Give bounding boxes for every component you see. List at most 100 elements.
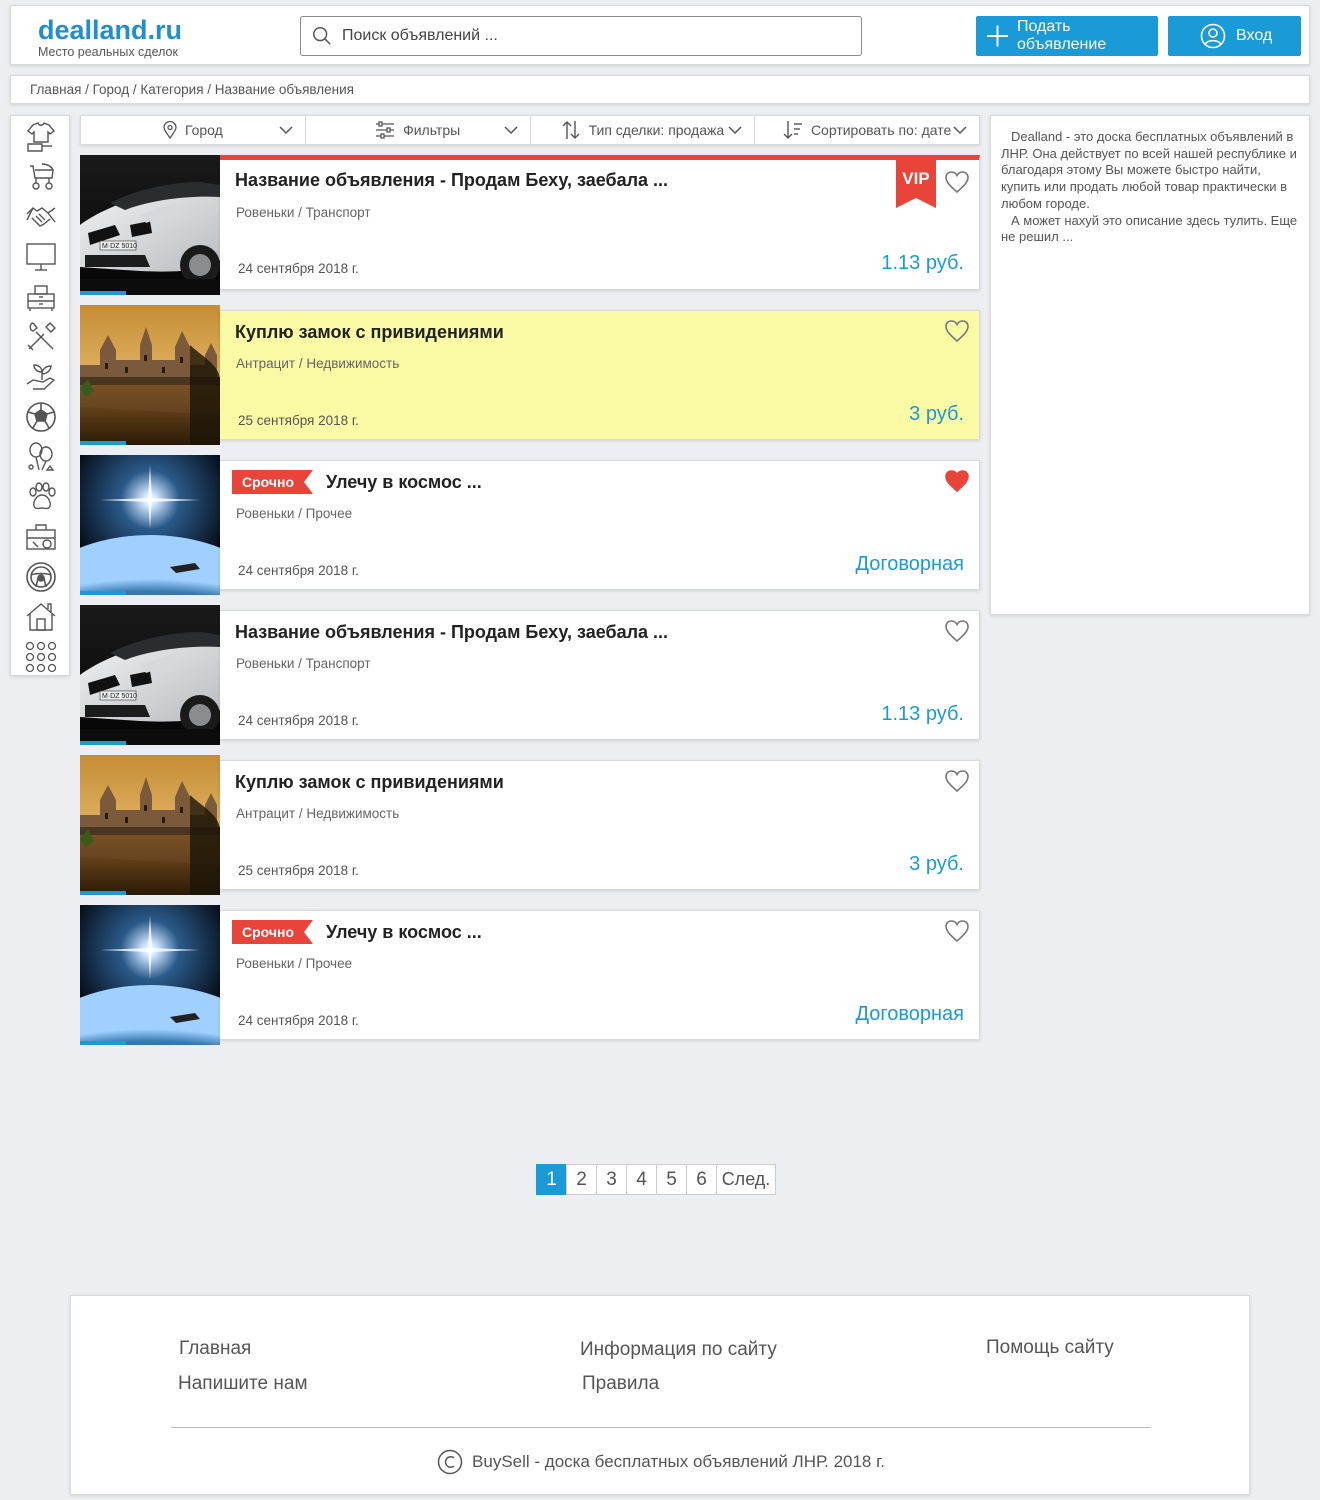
furniture-icon[interactable] (24, 280, 58, 314)
heart-icon[interactable] (944, 169, 970, 195)
listing-location-category: Ровеньки / Прочее (236, 506, 353, 521)
search-icon (313, 27, 331, 45)
space-photo (80, 455, 220, 595)
city-filter[interactable]: Город (81, 116, 306, 144)
photo-progress-bar (80, 441, 126, 445)
listing-location-category: Антрацит / Недвижимость (236, 356, 400, 371)
stroller-icon[interactable] (24, 160, 58, 194)
listing-title[interactable]: Название объявления - Продам Беху, заеба… (235, 170, 668, 191)
balloons-icon[interactable] (24, 440, 58, 474)
listing-body: Срочно Улечу в космос ... Ровеньки / Про… (220, 910, 980, 1040)
heart-icon[interactable] (944, 618, 970, 644)
monitor-icon[interactable] (24, 240, 58, 274)
breadcrumb[interactable]: Главная / Город / Категория / Название о… (10, 75, 1310, 104)
location-pin-icon (163, 121, 177, 139)
footer-copyright: BuySell - доска бесплатных объявлений ЛН… (71, 1449, 1251, 1475)
heart-icon[interactable] (944, 918, 970, 944)
listing-photo-space[interactable] (80, 905, 220, 1045)
logo-title[interactable]: dealland.ru (38, 15, 182, 45)
svg-text:M·DZ 5010: M·DZ 5010 (102, 693, 137, 700)
page-2[interactable]: 2 (566, 1164, 597, 1195)
plant-hand-icon[interactable] (24, 360, 58, 394)
svg-text:M·DZ 5010: M·DZ 5010 (102, 243, 137, 250)
soccer-ball-icon[interactable] (24, 400, 58, 434)
house-icon[interactable] (24, 600, 58, 634)
listing-location-category: Ровеньки / Прочее (236, 956, 353, 971)
clothes-icon[interactable] (24, 120, 58, 154)
footer-link-rules[interactable]: Правила (582, 1373, 659, 1395)
listing-photo-car[interactable]: M·DZ 5010 (80, 605, 220, 745)
listing-title[interactable]: Куплю замок с привидениями (235, 322, 504, 343)
listing-title[interactable]: Улечу в космос ... (326, 472, 482, 493)
briefcase-icon[interactable] (24, 520, 58, 554)
page-6[interactable]: 6 (686, 1164, 717, 1195)
deal-type-filter[interactable]: Тип сделки: продажа (531, 116, 756, 144)
filters-dropdown[interactable]: Фильтры (306, 116, 531, 144)
site-description: Dealland - это доска бесплатных объявлен… (990, 115, 1310, 615)
photo-progress-bar (80, 741, 126, 745)
listing-body: Название объявления - Продам Беху, заеба… (220, 610, 980, 740)
footer-link-home[interactable]: Главная (179, 1338, 251, 1360)
sort-filter[interactable]: Сортировать по: дате (755, 116, 979, 144)
listing-price: Договорная (855, 553, 964, 575)
listing-price: 3 руб. (909, 403, 964, 425)
page-1[interactable]: 1 (536, 1164, 567, 1195)
footer-link-contact[interactable]: Напишите нам (178, 1373, 308, 1395)
footer-link-help[interactable]: Помощь сайту (986, 1337, 1114, 1359)
page-5[interactable]: 5 (656, 1164, 687, 1195)
all-categories-icon[interactable] (24, 640, 58, 674)
site-footer: Главная Напишите нам Информация по сайту… (70, 1295, 1250, 1495)
user-icon (1200, 23, 1226, 49)
next-page-button[interactable]: След. (716, 1164, 776, 1195)
swap-arrows-icon (562, 121, 580, 139)
footer-link-info[interactable]: Информация по сайту (580, 1339, 777, 1361)
listing-photo-castle[interactable] (80, 305, 220, 445)
listing-price: 1.13 руб. (881, 703, 964, 725)
listing-photo-space[interactable] (80, 455, 220, 595)
chevron-down-icon (279, 126, 293, 135)
listing-body: Куплю замок с привидениями Антрацит / Не… (220, 760, 980, 890)
svg-text:VIP: VIP (902, 169, 929, 188)
paw-icon[interactable] (24, 480, 58, 514)
listing-price: Договорная (855, 1003, 964, 1025)
space-photo (80, 905, 220, 1045)
heart-icon[interactable] (944, 768, 970, 794)
listing-photo-castle[interactable] (80, 755, 220, 895)
listing-photo-car[interactable]: M·DZ 5010 (80, 155, 220, 295)
search-input[interactable] (342, 27, 842, 45)
listing-card[interactable]: Куплю замок с привидениями Антрацит / Не… (80, 305, 980, 445)
listing-title[interactable]: Название объявления - Продам Беху, заеба… (235, 622, 668, 643)
footer-divider (171, 1427, 1151, 1428)
sort-label: Сортировать по: дате (810, 122, 952, 138)
handshake-icon[interactable] (24, 200, 58, 234)
listing-card[interactable]: Срочно Улечу в космос ... Ровеньки / Про… (80, 905, 980, 1045)
page-4[interactable]: 4 (626, 1164, 657, 1195)
heart-icon[interactable] (944, 318, 970, 344)
listing-price: 1.13 руб. (881, 252, 964, 274)
listing-card[interactable]: Срочно Улечу в космос ... Ровеньки / Про… (80, 455, 980, 595)
listing-card[interactable]: M·DZ 5010 Название объявления - Продам Б… (80, 605, 980, 745)
chevron-down-icon (953, 126, 967, 135)
photo-progress-bar (80, 891, 126, 895)
page-3[interactable]: 3 (596, 1164, 627, 1195)
city-filter-label: Город (184, 122, 223, 138)
heart-filled-icon[interactable] (944, 468, 970, 494)
listing-location-category: Ровеньки / Транспорт (236, 656, 371, 671)
listing-location-category: Ровеньки / Транспорт (236, 205, 371, 220)
listing-title[interactable]: Улечу в космос ... (326, 922, 482, 943)
urgent-badge: Срочно (232, 920, 314, 944)
site-logo[interactable]: dealland.ru Место реальных сделок (38, 15, 182, 59)
listing-title[interactable]: Куплю замок с привидениями (235, 772, 504, 793)
login-label: Вход (1236, 27, 1273, 44)
listing-card[interactable]: M·DZ 5010 Название объявления - Продам Б… (80, 155, 980, 295)
listing-date: 25 сентября 2018 г. (238, 863, 359, 878)
logo-subtitle: Место реальных сделок (38, 45, 178, 59)
login-button[interactable]: Вход (1168, 16, 1301, 56)
steering-wheel-icon[interactable] (24, 560, 58, 594)
listing-card[interactable]: Куплю замок с привидениями Антрацит / Не… (80, 755, 980, 895)
post-ad-button[interactable]: Подать объявление (976, 16, 1158, 56)
filters-label: Фильтры (403, 122, 461, 138)
tools-icon[interactable] (24, 320, 58, 354)
photo-progress-bar (80, 591, 126, 595)
search-box[interactable] (300, 16, 862, 56)
